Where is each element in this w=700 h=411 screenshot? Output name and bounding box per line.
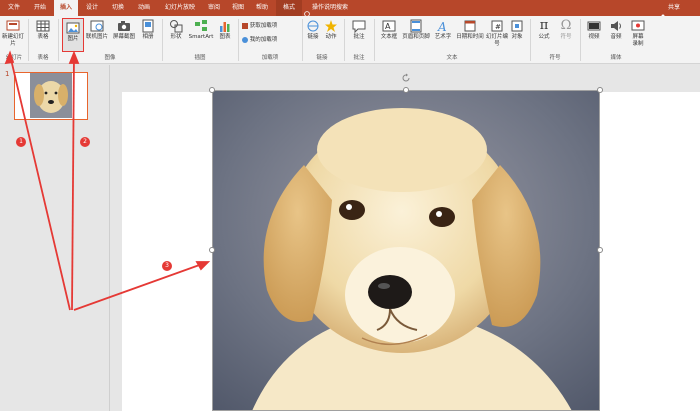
arrow-to-picture: [71, 54, 75, 311]
annotation-badge-3: 3: [162, 261, 172, 271]
arrowhead-icon: [68, 50, 80, 64]
arrowhead-icon: [195, 261, 211, 271]
annotation-badge-1: 1: [16, 137, 26, 147]
arrowhead-icon: [4, 50, 15, 65]
arrow-to-new-slide: [9, 54, 71, 311]
annotation-badge-2: 2: [80, 137, 90, 147]
arrow-to-slide: [73, 262, 206, 311]
annotation-arrows: [4, 50, 211, 311]
